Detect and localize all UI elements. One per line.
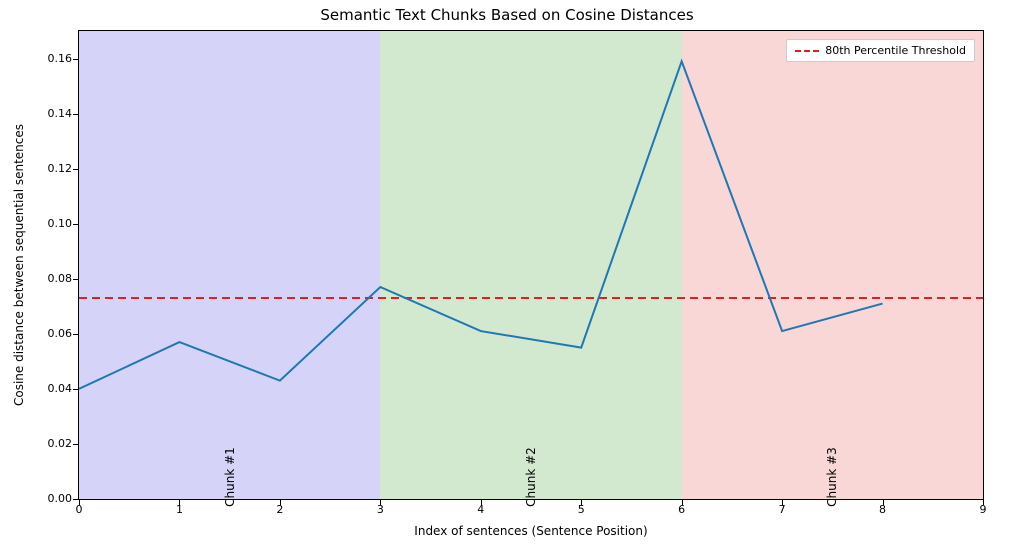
xtick-label: 5 <box>571 503 591 516</box>
ytick-label: 0.14 <box>12 107 72 120</box>
ytick-mark <box>73 499 78 500</box>
ytick-label: 0.06 <box>12 327 72 340</box>
xtick-label: 7 <box>772 503 792 516</box>
xtick-label: 8 <box>873 503 893 516</box>
figure: Semantic Text Chunks Based on Cosine Dis… <box>0 0 1014 547</box>
ytick-label: 0.00 <box>12 492 72 505</box>
ytick-mark <box>73 59 78 60</box>
ytick-mark <box>73 169 78 170</box>
y-axis-label: Cosine distance between sequential sente… <box>12 30 32 500</box>
ytick-label: 0.16 <box>12 52 72 65</box>
data-line <box>79 61 883 389</box>
ytick-mark <box>73 334 78 335</box>
xtick-label: 4 <box>471 503 491 516</box>
legend-line-sample <box>795 50 819 52</box>
ytick-label: 0.02 <box>12 437 72 450</box>
chunk-label-1: Chunk #1 <box>223 447 237 507</box>
ytick-mark <box>73 389 78 390</box>
ytick-label: 0.12 <box>12 162 72 175</box>
xtick-label: 6 <box>672 503 692 516</box>
ytick-mark <box>73 224 78 225</box>
legend-label: 80th Percentile Threshold <box>825 44 966 57</box>
ytick-label: 0.08 <box>12 272 72 285</box>
ytick-label: 0.10 <box>12 217 72 230</box>
chunk-label-3: Chunk #3 <box>825 447 839 507</box>
legend: 80th Percentile Threshold <box>786 39 975 62</box>
plot-area <box>79 31 983 499</box>
ytick-mark <box>73 114 78 115</box>
xtick-label: 9 <box>973 503 993 516</box>
ytick-label: 0.04 <box>12 382 72 395</box>
ytick-mark <box>73 279 78 280</box>
xtick-label: 3 <box>370 503 390 516</box>
xtick-label: 1 <box>169 503 189 516</box>
axes: Chunk #1Chunk #2Chunk #3 80th Percentile… <box>78 30 984 500</box>
chunk-label-2: Chunk #2 <box>524 447 538 507</box>
xtick-label: 0 <box>69 503 89 516</box>
x-axis-label: Index of sentences (Sentence Position) <box>78 524 984 538</box>
xtick-label: 2 <box>270 503 290 516</box>
chart-title: Semantic Text Chunks Based on Cosine Dis… <box>0 6 1014 24</box>
ytick-mark <box>73 444 78 445</box>
